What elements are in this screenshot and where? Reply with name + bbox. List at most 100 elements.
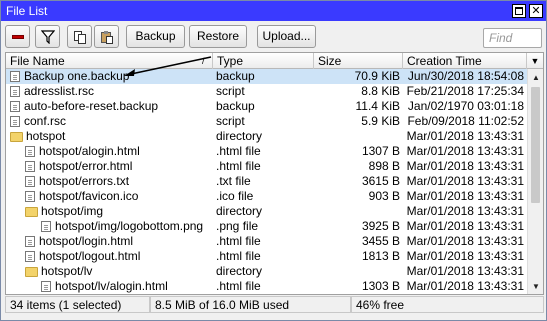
column-header-file-name[interactable]: File Name: [6, 53, 213, 69]
file-icon: [10, 86, 20, 97]
cell-type: backup: [216, 69, 255, 83]
file-name-text: hotspot/logout.html: [39, 249, 141, 263]
paste-button[interactable]: [94, 25, 119, 48]
file-icon: [25, 176, 35, 187]
cell-size: 70.9 KiB: [354, 69, 400, 83]
sort-indicator-icon: /: [202, 56, 205, 66]
remove-button[interactable]: [5, 25, 30, 48]
cell-file-name: hotspot/img: [25, 204, 213, 219]
folder-icon: [25, 206, 38, 217]
cell-size: [314, 204, 403, 219]
copy-button[interactable]: [67, 25, 92, 48]
cell-size: [314, 129, 403, 144]
cell-creation-time: Mar/01/2018 13:43:31: [406, 264, 524, 278]
cell-file-name: hotspot: [10, 129, 213, 144]
file-table: File Name / Type Size Creation Time ▼ Ba…: [5, 52, 544, 295]
arrow-up-icon: ▲: [532, 72, 540, 82]
find-input[interactable]: [483, 28, 542, 48]
cell-file-name: hotspot/img/logobottom.png: [41, 219, 213, 234]
table-row[interactable]: adresslist.rsc script 8.8 KiB Feb/21/2018 1…: [6, 84, 527, 99]
status-disk-usage: 8.5 MiB of 16.0 MiB used: [150, 296, 351, 313]
scroll-down-button[interactable]: ▼: [528, 278, 543, 294]
cell-file-name: hotspot/error.html: [25, 159, 213, 174]
folder-icon: [10, 131, 23, 142]
file-icon: [25, 236, 35, 247]
table-row[interactable]: hotspot/error.html .html file 898 B Mar/01/…: [6, 159, 527, 174]
cell-size: 3615 B: [361, 174, 400, 188]
restore-window-button[interactable]: [512, 4, 526, 18]
cell-size: 8.8 KiB: [361, 84, 400, 98]
table-row[interactable]: conf.rsc script 5.9 KiB Feb/09/2018 11:02:5…: [6, 114, 527, 129]
cell-type: directory: [216, 264, 263, 278]
file-name-text: hotspot/lv: [41, 264, 93, 278]
table-row[interactable]: auto-before-reset.backup backup 11.4 KiB Ja…: [6, 99, 527, 114]
cell-file-name: hotspot/alogin.html: [25, 144, 213, 159]
table-row[interactable]: hotspot/logout.html .html file 1813 B Mar/0…: [6, 249, 527, 264]
cell-creation-time: Mar/01/2018 13:43:31: [406, 204, 524, 218]
cell-size: 1303 B: [361, 279, 400, 293]
scroll-up-button[interactable]: ▲: [528, 69, 543, 85]
table-row[interactable]: Backup one.backup backup 70.9 KiB Jun/30/20…: [6, 69, 527, 84]
cell-creation-time: Mar/01/2018 13:43:31: [406, 249, 524, 263]
scroll-thumb[interactable]: [531, 87, 540, 203]
cell-type: .txt file: [216, 174, 251, 188]
table-row[interactable]: hotspot/login.html .html file 3455 B Mar/01…: [6, 234, 527, 249]
table-row[interactable]: hotspot/img directory Mar/01/2018 13:43:31: [6, 204, 527, 219]
cell-creation-time: Mar/01/2018 13:43:31: [406, 174, 524, 188]
cell-creation-time: Jan/02/1970 03:01:18: [407, 99, 524, 113]
cell-size: 3925 B: [361, 219, 400, 233]
backup-button[interactable]: Backup: [126, 25, 185, 48]
column-header-type[interactable]: Type: [213, 53, 314, 69]
cell-size: 898 B: [368, 159, 400, 173]
column-header-creation-time[interactable]: Creation Time: [403, 53, 527, 69]
window-title: File List: [6, 4, 48, 18]
table-row[interactable]: hotspot/favicon.ico .ico file 903 B Mar/01/…: [6, 189, 527, 204]
file-icon: [41, 281, 51, 292]
cell-file-name: hotspot/errors.txt: [25, 174, 213, 189]
file-name-text: auto-before-reset.backup: [24, 99, 159, 113]
filter-button[interactable]: [35, 25, 60, 48]
toolbar: Backup Restore Upload...: [1, 21, 546, 53]
cell-creation-time: Mar/01/2018 13:43:31: [406, 279, 524, 293]
copy-icon: [73, 30, 86, 44]
cell-type: .html file: [216, 144, 261, 158]
cell-creation-time: Mar/01/2018 13:43:31: [406, 144, 524, 158]
file-name-text: hotspot/img/logobottom.png: [55, 219, 204, 233]
cell-creation-time: Mar/01/2018 13:43:31: [406, 219, 524, 233]
file-name-text: hotspot/error.html: [39, 159, 133, 173]
cell-creation-time: Jun/30/2018 18:54:08: [407, 69, 524, 83]
table-row[interactable]: hotspot/lv directory Mar/01/2018 13:43:31: [6, 264, 527, 279]
file-name-text: hotspot: [26, 129, 66, 143]
upload-button[interactable]: Upload...: [257, 25, 316, 48]
cell-file-name: hotspot/login.html: [25, 234, 213, 249]
table-row[interactable]: hotspot directory Mar/01/2018 13:43:31: [6, 129, 527, 144]
table-row[interactable]: hotspot/errors.txt .txt file 3615 B Mar/01/…: [6, 174, 527, 189]
cell-file-name: hotspot/logout.html: [25, 249, 213, 264]
close-window-button[interactable]: ✕: [529, 4, 543, 18]
cell-creation-time: Feb/09/2018 11:02:52: [407, 114, 524, 128]
table-row[interactable]: hotspot/alogin.html .html file 1307 B Mar/0…: [6, 144, 527, 159]
file-icon: [25, 191, 35, 202]
file-icon: [10, 101, 20, 112]
cell-type: .html file: [216, 279, 261, 293]
file-name-text: hotspot/img: [41, 204, 104, 218]
cell-creation-time: Mar/01/2018 13:43:31: [406, 129, 524, 143]
cell-creation-time: Mar/01/2018 13:43:31: [406, 159, 524, 173]
restore-button[interactable]: Restore: [189, 25, 247, 48]
column-header-size[interactable]: Size: [314, 53, 403, 69]
vertical-scrollbar[interactable]: ▲ ▼: [527, 69, 543, 294]
cell-size: 11.4 KiB: [355, 99, 400, 113]
title-bar[interactable]: File List ✕: [1, 1, 546, 21]
close-icon: ✕: [531, 4, 541, 17]
file-name-text: Backup one.backup: [24, 69, 130, 83]
file-name-text: adresslist.rsc: [24, 84, 95, 98]
folder-icon: [25, 266, 38, 277]
cell-type: script: [216, 84, 245, 98]
filter-icon: [40, 29, 55, 44]
file-name-text: hotspot/favicon.ico: [39, 189, 139, 203]
column-chooser-button[interactable]: ▼: [527, 53, 543, 69]
table-row[interactable]: hotspot/lv/alogin.html .html file 1303 B Ma…: [6, 279, 527, 294]
cell-type: .png file: [216, 219, 259, 233]
file-icon: [25, 161, 35, 172]
table-row[interactable]: hotspot/img/logobottom.png .png file 3925 …: [6, 219, 527, 234]
